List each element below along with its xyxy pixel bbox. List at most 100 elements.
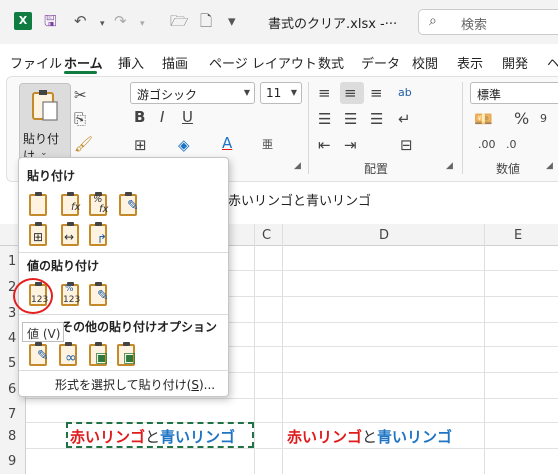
- paste-option-formulas[interactable]: fx: [59, 192, 83, 218]
- paste-special-item[interactable]: 形式を選択して貼り付け(S)...: [55, 376, 215, 393]
- font-dialog-launcher-icon[interactable]: ◢: [294, 161, 301, 171]
- decrease-decimal-icon[interactable]: .0: [506, 136, 517, 154]
- align-right-icon[interactable]: ☰: [370, 110, 383, 128]
- cell-d8-joiner: と: [362, 428, 378, 446]
- paste-option-transpose[interactable]: ↱: [87, 222, 111, 248]
- paste-option-no-borders[interactable]: ⊞: [27, 222, 51, 248]
- comma-style-icon[interactable]: 9: [540, 110, 547, 128]
- paste-option-keep-source-formatting[interactable]: ✎: [117, 192, 141, 218]
- font-name-select[interactable]: 游ゴシック ▼: [130, 82, 255, 104]
- increase-decimal-icon[interactable]: .00: [478, 136, 496, 154]
- paste-option-picture[interactable]: ▣: [87, 342, 111, 368]
- transpose-icon: ↱: [97, 232, 108, 246]
- tab-insert[interactable]: 挿入: [118, 53, 144, 72]
- paste-special-accesskey: S: [191, 378, 199, 392]
- redo-dropdown-icon[interactable]: ▾: [140, 14, 145, 34]
- copy-icon[interactable]: ⎘: [74, 110, 86, 128]
- cell-d8[interactable]: 赤いリンゴと青いリンゴ: [287, 426, 452, 447]
- undo-dropdown-icon[interactable]: ▾: [100, 14, 105, 34]
- column-header-d[interactable]: D: [379, 228, 389, 243]
- menu-separator: [19, 314, 228, 315]
- alignment-group-label: 配置: [364, 162, 389, 176]
- menu-section-paste-values: 値の貼り付け: [27, 259, 100, 273]
- ribbon-tabs: ファイル ホーム 挿入 描画 ページ レイアウト 数式 データ 校閲 表示 開発…: [0, 50, 558, 74]
- row-header-3[interactable]: 3: [8, 306, 16, 321]
- increase-indent-icon[interactable]: ⇥: [344, 136, 357, 154]
- paste-option-formulas-number-format[interactable]: % fx: [87, 192, 111, 218]
- borders-icon[interactable]: ⊞: [134, 136, 147, 154]
- paste-option-formatting[interactable]: ✎: [27, 342, 51, 368]
- ribbon-separator: [308, 82, 309, 174]
- font-size-value: 11: [266, 86, 282, 100]
- open-folder-icon[interactable]: 🗁: [170, 11, 189, 31]
- row-header-9[interactable]: 9: [8, 454, 16, 469]
- chevron-down-icon: ▼: [290, 88, 297, 97]
- customize-qat-icon[interactable]: ▾: [228, 11, 236, 31]
- underline-icon[interactable]: U: [182, 108, 193, 126]
- tab-data[interactable]: データ: [361, 53, 400, 72]
- cut-icon[interactable]: ✂: [74, 86, 87, 104]
- italic-icon[interactable]: I: [160, 108, 164, 126]
- font-color-icon[interactable]: A: [222, 134, 232, 152]
- wrap-text-icon[interactable]: ↵: [398, 110, 411, 128]
- paste-option-keep-column-widths[interactable]: ↔: [59, 222, 83, 248]
- paste-option-values-source-formatting[interactable]: ✎: [87, 282, 111, 308]
- currency-icon[interactable]: 💴: [474, 110, 493, 128]
- search-input[interactable]: ⌕ 検索: [418, 9, 558, 35]
- decrease-indent-icon[interactable]: ⇤: [318, 136, 331, 154]
- row-header-4[interactable]: 4: [8, 331, 16, 346]
- number-format-select[interactable]: 標準: [470, 82, 558, 104]
- row-header-1[interactable]: 1: [8, 254, 16, 269]
- merge-center-icon[interactable]: ⊟: [400, 136, 413, 154]
- tab-page-layout[interactable]: ページ レイアウト: [209, 53, 317, 72]
- formula-bar-content: 赤いリンゴと青いリンゴ: [228, 194, 372, 209]
- tab-file[interactable]: ファイル: [10, 53, 62, 72]
- align-bottom-icon[interactable]: ≡: [370, 84, 383, 102]
- row-header-7[interactable]: 7: [8, 407, 16, 422]
- cell-b8[interactable]: 赤いリンゴと青いリンゴ: [70, 426, 235, 447]
- column-header-c[interactable]: C: [262, 228, 271, 243]
- paste-option-linked-picture[interactable]: ▣: [115, 342, 139, 368]
- paste-option-paste[interactable]: [27, 192, 51, 218]
- percent-icon[interactable]: %: [514, 110, 529, 128]
- undo-icon[interactable]: ↶: [74, 11, 87, 31]
- phonetic-icon[interactable]: 亜: [262, 136, 273, 154]
- highlight-circle: [13, 278, 53, 314]
- formula-bar[interactable]: 赤いリンゴと青いリンゴ: [228, 186, 558, 210]
- tab-view[interactable]: 表示: [457, 53, 483, 72]
- format-painter-icon[interactable]: 🖌: [74, 135, 93, 153]
- new-file-icon[interactable]: 🗋: [200, 11, 212, 31]
- column-header-e[interactable]: E: [514, 228, 522, 243]
- paste-option-values-number-format[interactable]: % 123: [59, 282, 83, 308]
- save-icon[interactable]: 🖫: [44, 11, 57, 31]
- tab-home[interactable]: ホーム: [64, 53, 103, 72]
- align-middle-icon: ≡: [344, 84, 357, 102]
- tab-help[interactable]: ヘ: [547, 53, 558, 72]
- align-left-icon[interactable]: ☰: [318, 110, 331, 128]
- font-name-value: 游ゴシック: [137, 88, 198, 102]
- search-icon: ⌕: [429, 13, 437, 29]
- row-header-6[interactable]: 6: [8, 382, 16, 397]
- search-placeholder: 検索: [461, 18, 488, 33]
- align-center-icon[interactable]: ☰: [344, 110, 357, 128]
- bold-icon[interactable]: B: [134, 108, 145, 126]
- row-header-8[interactable]: 8: [8, 429, 16, 444]
- text-orientation-icon[interactable]: ab: [398, 84, 412, 102]
- font-size-select[interactable]: 11 ▼: [260, 82, 302, 104]
- paste-option-link[interactable]: ∞: [57, 342, 81, 368]
- tab-review[interactable]: 校閲: [412, 53, 438, 72]
- row-header-5[interactable]: 5: [8, 356, 16, 371]
- paste-icon: [32, 90, 58, 121]
- grid-line: [0, 398, 558, 399]
- number-dialog-launcher-icon[interactable]: ◢: [546, 161, 553, 171]
- column-width-icon: ↔: [64, 230, 75, 244]
- fill-color-icon[interactable]: ◈: [178, 136, 190, 154]
- table-icon: ⊞: [33, 230, 44, 244]
- tab-developer[interactable]: 開発: [502, 53, 528, 72]
- alignment-dialog-launcher-icon[interactable]: ◢: [446, 161, 453, 171]
- redo-icon[interactable]: ↷: [114, 11, 127, 31]
- align-top-icon[interactable]: ≡: [318, 84, 331, 102]
- picture-icon: ▣: [95, 350, 109, 366]
- tab-formulas[interactable]: 数式: [318, 53, 344, 72]
- tab-draw[interactable]: 描画: [162, 53, 188, 72]
